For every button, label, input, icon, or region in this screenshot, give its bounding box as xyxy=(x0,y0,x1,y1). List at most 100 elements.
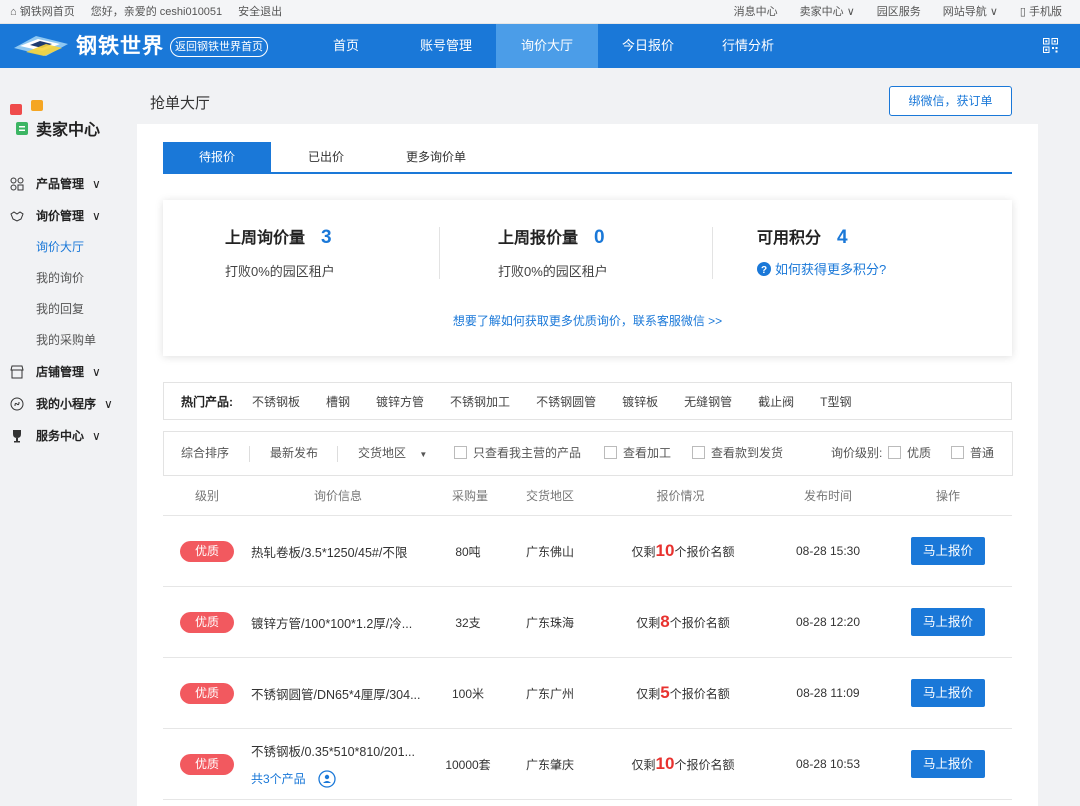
hot-product-item[interactable]: 截止阀 xyxy=(758,393,794,410)
message-center-link[interactable]: 消息中心 xyxy=(734,0,778,24)
home-link[interactable]: ⌂ 钢铁网首页 xyxy=(10,0,75,24)
column-header: 操作 xyxy=(935,489,960,503)
hot-products-label: 热门产品: xyxy=(181,394,233,409)
checkbox[interactable] xyxy=(888,446,901,459)
column-header: 发布时间 xyxy=(803,489,852,503)
purchase-qty: 100米 xyxy=(451,686,485,701)
quote-status: 仅剩 8 个报价名额 xyxy=(636,612,730,631)
hot-product-item[interactable]: T型钢 xyxy=(820,393,851,410)
hot-product-item[interactable]: 无缝钢管 xyxy=(684,393,732,410)
inquiry-info-link[interactable]: 不锈钢圆管/DN65*4厘厚/304... xyxy=(251,684,421,703)
nav-item-market-analysis[interactable]: 行情分析 xyxy=(698,24,798,68)
inquiry-info-link[interactable]: 镀锌方管/100*100*1.2厚/冷... xyxy=(251,613,412,632)
sidebar-group-service[interactable]: 服务中心 ∨ xyxy=(0,420,137,452)
inquiry-info-link[interactable]: 热轧卷板/3.5*1250/45#/不限 xyxy=(251,542,407,561)
bind-wechat-button[interactable]: 绑微信，获订单 xyxy=(889,86,1012,116)
table-row: 优质 不锈钢圆管/DN65*4厘厚/304... 100米 广东广州 仅剩 5 个报… xyxy=(163,658,1012,729)
column-header: 报价情况 xyxy=(656,489,705,503)
stat-weekly-inquiry: 上周询价量 3 打败0%的园区租户 xyxy=(225,224,335,280)
contact-service-link[interactable]: 想要了解如何获取更多优质询价，联系客服微信 >> xyxy=(163,312,1012,329)
sidebar-item-my-purchase[interactable]: 我的采购单 xyxy=(0,325,137,356)
seller-center-menu[interactable]: 卖家中心 ∨ xyxy=(800,0,855,24)
checkbox[interactable] xyxy=(454,446,467,459)
park-service-link[interactable]: 园区服务 xyxy=(877,0,921,24)
checkbox[interactable] xyxy=(692,446,705,459)
quote-now-button[interactable]: 马上报价 xyxy=(911,750,985,778)
sidebar-item-my-reply[interactable]: 我的回复 xyxy=(0,294,137,325)
stat-value: 0 xyxy=(594,227,605,248)
only-main-products-checkbox[interactable]: 只查看我主营的产品 xyxy=(454,432,581,475)
sidebar-group-product[interactable]: 产品管理 ∨ xyxy=(0,168,137,200)
nav-item-account[interactable]: 账号管理 xyxy=(396,24,496,68)
mobile-link[interactable]: ▯ 手机版 xyxy=(1020,0,1062,24)
stat-sub: 打败0%的园区租户 xyxy=(225,264,335,279)
logo-text: 钢铁世界 xyxy=(76,35,164,58)
dropdown-arrow-icon: ▼ xyxy=(419,450,428,459)
greeting-text: 您好，亲爱的 ceshi010051 xyxy=(90,6,223,18)
quote-status: 仅剩 10 个报价名额 xyxy=(631,541,735,560)
table-row: 优质 热轧卷板/3.5*1250/45#/不限 80吨 广东佛山 仅剩 10 个报价… xyxy=(163,516,1012,587)
publish-time: 08-28 12:20 xyxy=(795,615,861,629)
premium-badge: 优质 xyxy=(180,540,234,562)
logout-link[interactable]: 安全退出 xyxy=(238,0,282,24)
delivery-region: 广东珠海 xyxy=(525,615,574,630)
inquiry-info-link[interactable]: 不锈钢板/0.35*510*810/201... xyxy=(251,741,415,760)
question-circle-icon: ? xyxy=(757,261,771,276)
hot-product-item[interactable]: 槽钢 xyxy=(326,393,350,410)
sidebar-group-inquiry[interactable]: 询价管理 ∨ xyxy=(0,200,137,232)
page-title: 抢单大厅 xyxy=(150,95,211,112)
tab-quoted[interactable]: 已出价 xyxy=(271,142,381,172)
hot-product-item[interactable]: 不锈钢加工 xyxy=(450,393,510,410)
main-navbar: 钢铁世界 返回钢铁世界首页 首页 账号管理 询价大厅 今日报价 行情分析 xyxy=(0,24,1080,68)
trophy-icon xyxy=(13,430,21,443)
sort-latest[interactable]: 最新发布 xyxy=(270,432,318,475)
publish-time: 08-28 11:09 xyxy=(796,686,860,700)
sidebar-title: 卖家中心 xyxy=(36,122,101,139)
quote-now-button[interactable]: 马上报价 xyxy=(911,537,985,565)
sidebar-group-shop[interactable]: 店铺管理 ∨ xyxy=(0,356,137,388)
purchase-qty: 80吨 xyxy=(455,544,481,559)
back-to-home-link[interactable]: 返回钢铁世界首页 xyxy=(170,37,268,57)
level-normal-checkbox[interactable]: 普通 xyxy=(951,432,994,475)
delivery-region: 广东广州 xyxy=(525,686,574,701)
stat-value: 3 xyxy=(321,227,332,248)
checkbox[interactable] xyxy=(951,446,964,459)
qr-code-icon[interactable] xyxy=(1043,38,1058,53)
points-help-link[interactable]: ? 如何获得更多积分? xyxy=(757,259,886,278)
site-logo[interactable]: 钢铁世界 xyxy=(12,30,164,60)
stat-label: 可用积分 xyxy=(757,230,822,247)
premium-badge: 优质 xyxy=(180,682,234,704)
svg-text:?: ? xyxy=(761,265,767,276)
nav-item-inquiry-hall[interactable]: 询价大厅 xyxy=(496,24,598,68)
quote-now-button[interactable]: 马上报价 xyxy=(911,608,985,636)
hot-product-item[interactable]: 不锈钢板 xyxy=(252,393,300,410)
checkbox[interactable] xyxy=(604,446,617,459)
home-icon: ⌂ xyxy=(10,6,17,18)
quote-now-button[interactable]: 马上报价 xyxy=(911,679,985,707)
sidebar-group-miniprogram[interactable]: 我的小程序 ∨ xyxy=(0,388,137,420)
sidebar-item-inquiry-hall[interactable]: 询价大厅 xyxy=(0,232,137,263)
multi-product-link[interactable]: 共3个产品 xyxy=(251,769,336,788)
chevron-down-icon: ∨ xyxy=(92,209,101,223)
sort-default[interactable]: 综合排序 xyxy=(181,432,229,475)
hot-product-item[interactable]: 镀锌方管 xyxy=(376,393,424,410)
hot-product-item[interactable]: 镀锌板 xyxy=(622,393,658,410)
tab-pending-quote[interactable]: 待报价 xyxy=(163,142,271,172)
pay-first-checkbox[interactable]: 查看款到发货 xyxy=(692,432,783,475)
chevron-down-icon: ∨ xyxy=(846,6,855,18)
site-nav-menu[interactable]: 网站导航 ∨ xyxy=(943,0,998,24)
sidebar-item-my-inquiry[interactable]: 我的询价 xyxy=(0,263,137,294)
level-premium-checkbox[interactable]: 优质 xyxy=(888,432,931,475)
region-select[interactable]: 交货地区 ▼ xyxy=(358,432,427,476)
processing-checkbox[interactable]: 查看加工 xyxy=(604,432,671,475)
hot-product-item[interactable]: 不锈钢圆管 xyxy=(536,393,596,410)
stat-label: 上周报价量 xyxy=(498,230,579,247)
chevron-down-icon: ∨ xyxy=(989,6,998,18)
stat-value: 4 xyxy=(837,227,848,248)
logo-icon xyxy=(14,36,68,56)
nav-item-today-quote[interactable]: 今日报价 xyxy=(598,24,698,68)
nav-item-home[interactable]: 首页 xyxy=(296,24,396,68)
column-header: 交货地区 xyxy=(525,489,574,503)
tab-more-inquiries[interactable]: 更多询价单 xyxy=(381,142,491,172)
quote-status: 仅剩 5 个报价名额 xyxy=(636,683,730,702)
